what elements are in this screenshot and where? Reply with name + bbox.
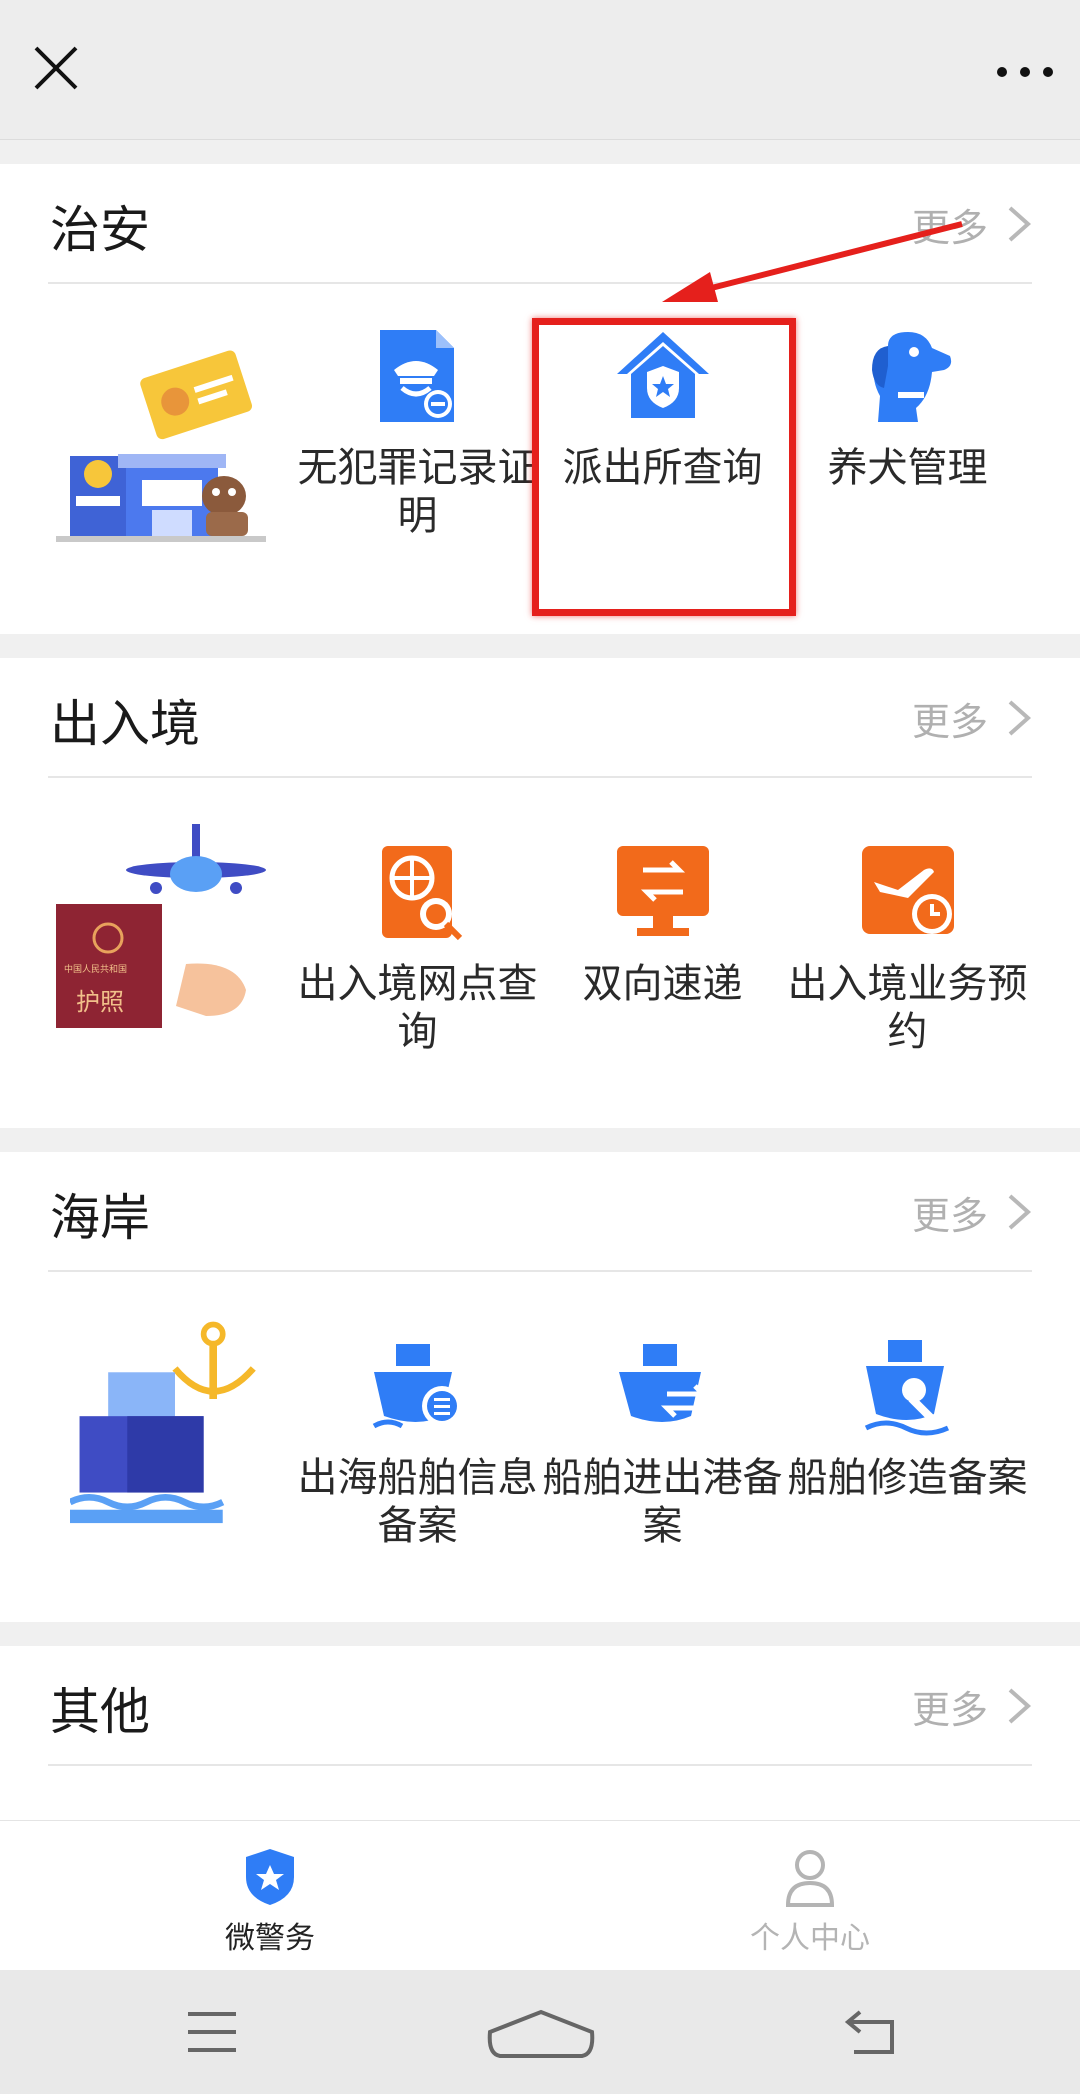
chevron-right-icon: [1008, 700, 1032, 736]
item-sea-vessel-info-filing[interactable]: 出海船舶信息备案: [295, 1336, 540, 1550]
ship-info-icon: [372, 1344, 462, 1429]
police-badge-icon: [246, 1849, 294, 1905]
item-label: 出入境业务预约: [787, 961, 1028, 1055]
section-title: 海岸: [50, 1189, 150, 1247]
police-certificate-icon: [379, 330, 454, 422]
person-icon: [785, 1850, 835, 1907]
item-exit-entry-outlet-query[interactable]: 出入境网点查询: [295, 842, 540, 1056]
more-options-icon[interactable]: [990, 44, 1060, 100]
ship-repair-icon: [864, 1340, 949, 1436]
two-way-delivery-icon: [616, 846, 709, 936]
item-no-criminal-record[interactable]: 无犯罪记录证明: [295, 326, 540, 540]
section-other: 其他 更多: [0, 1646, 1080, 1820]
chevron-right-icon: [1008, 1688, 1032, 1724]
more-link[interactable]: 更多: [912, 1182, 1032, 1242]
item-label: 出海船舶信息备案: [297, 1455, 538, 1549]
more-link[interactable]: 更多: [912, 688, 1032, 748]
item-label: 出入境网点查询: [297, 961, 538, 1055]
dog-icon: [871, 332, 951, 422]
item-vessel-port-filing[interactable]: 船舶进出港备案: [540, 1336, 785, 1550]
system-nav-bar: [0, 1970, 1080, 2094]
section-coast: 海岸 更多 出海船舶信息备案 船舶进出港备案 船舶修造备案: [0, 1152, 1080, 1622]
chevron-right-icon: [1008, 206, 1032, 242]
more-label: 更多: [911, 699, 988, 744]
tab-label: 个人中心: [750, 1921, 870, 1956]
section-exit-entry: 出入境 更多 中国人民共和国 护照 出入境网点查询 双向速递 出入境业务预约: [0, 658, 1080, 1128]
tab-bar: 微警务 个人中心: [0, 1820, 1080, 1970]
passport-search-icon: [381, 846, 462, 941]
top-bar: [0, 0, 1080, 140]
flight-appointment-icon: [861, 846, 954, 934]
annotation-arrow-icon: [662, 221, 963, 302]
chevron-right-icon: [1008, 1194, 1032, 1230]
tab-micro-police[interactable]: 微警务: [0, 1821, 540, 1971]
section-header: 海岸 更多: [48, 1152, 1032, 1272]
item-label: 船舶修造备案: [787, 1455, 1028, 1501]
back-icon[interactable]: [842, 2008, 898, 2056]
item-vessel-repair-filing[interactable]: 船舶修造备案: [785, 1336, 1030, 1502]
more-label: 更多: [911, 1193, 988, 1238]
item-two-way-delivery[interactable]: 双向速递: [540, 842, 785, 1008]
section-header: 其他 更多: [48, 1646, 1032, 1766]
more-label: 更多: [911, 1687, 988, 1732]
home-icon[interactable]: [486, 2008, 596, 2060]
coast-banner-image: [70, 1321, 256, 1524]
tab-personal-center[interactable]: 个人中心: [540, 1821, 1080, 1971]
passport-small-text: 中国人民共和国: [64, 965, 128, 975]
exit-entry-banner-image: 中国人民共和国 护照: [56, 820, 276, 1040]
passport-text: 护照: [76, 988, 124, 1016]
highlight-box: [532, 318, 796, 616]
section-title: 治安: [50, 201, 150, 259]
item-label: 船舶进出港备案: [542, 1455, 783, 1549]
tab-label: 微警务: [225, 1921, 315, 1956]
section-title: 其他: [50, 1683, 150, 1741]
menu-icon[interactable]: [184, 2008, 240, 2056]
item-label: 养犬管理: [827, 445, 988, 491]
more-link[interactable]: 更多: [912, 1676, 1032, 1736]
section-title: 出入境: [50, 695, 200, 753]
item-exit-entry-appointment[interactable]: 出入境业务预约: [785, 842, 1030, 1056]
item-label: 无犯罪记录证明: [297, 445, 538, 539]
item-dog-management[interactable]: 养犬管理: [785, 326, 1030, 492]
section-header: 出入境 更多: [48, 658, 1032, 778]
public-security-banner-image: [56, 346, 276, 566]
item-label: 双向速递: [582, 961, 743, 1007]
close-icon[interactable]: [28, 40, 84, 96]
ship-port-icon: [618, 1344, 709, 1422]
